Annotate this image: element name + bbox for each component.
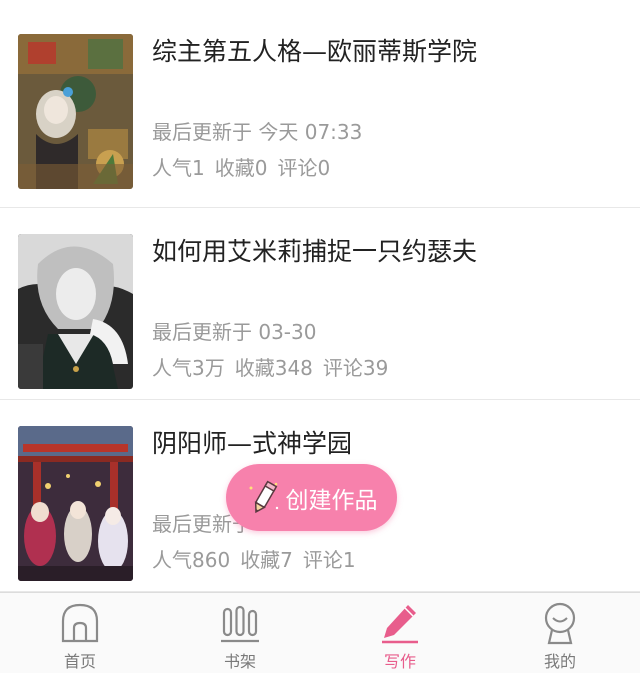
bottom-tab-bar: 首页 书架 写作 我的 (0, 592, 640, 673)
work-popularity: 人气3万 (152, 356, 225, 380)
home-icon (61, 603, 99, 643)
work-comments: 评论0 (277, 156, 331, 180)
tab-bookshelf[interactable]: 书架 (160, 593, 320, 673)
pencil-icon (382, 605, 418, 644)
tab-bookshelf-label: 书架 (223, 652, 256, 671)
work-popularity: 人气860 (152, 548, 231, 572)
work-comments: 评论1 (302, 548, 356, 572)
work-item[interactable]: 综主第五人格—欧丽蒂斯学院 最后更新于 今天 07:33 人气1 收藏0 评论0 (0, 0, 640, 208)
work-favorites: 收藏0 (214, 156, 268, 180)
work-cover-image[interactable] (18, 34, 133, 189)
create-work-label: 创建作品 (285, 487, 378, 514)
tab-write[interactable]: 写作 (320, 593, 480, 673)
work-popularity: 人气1 (152, 156, 205, 180)
work-info: 综主第五人格—欧丽蒂斯学院 最后更新于 今天 07:33 人气1 收藏0 评论0 (152, 34, 620, 189)
work-updated-time: 最后更新于 今天 07:33 (152, 120, 363, 144)
tab-write-label: 写作 (383, 652, 416, 671)
work-favorites: 收藏7 (240, 548, 293, 572)
work-title[interactable]: 阴阳师—式神学园 (152, 426, 620, 462)
work-stats: 人气860 收藏7 评论1 (152, 544, 366, 573)
work-cover-image[interactable] (18, 234, 133, 389)
tab-home[interactable]: 首页 (0, 593, 160, 673)
tab-home-label: 首页 (63, 652, 96, 671)
work-title[interactable]: 综主第五人格—欧丽蒂斯学院 (152, 34, 620, 70)
tab-profile-label: 我的 (543, 652, 576, 671)
work-stats: 人气3万 收藏348 评论39 (152, 352, 398, 381)
tab-profile[interactable]: 我的 (480, 593, 640, 673)
work-title[interactable]: 如何用艾米莉捕捉一只约瑟夫 (152, 234, 620, 270)
work-item[interactable]: 如何用艾米莉捕捉一只约瑟夫 最后更新于 03-30 人气3万 收藏348 评论39 (0, 208, 640, 400)
create-work-button[interactable]: 创建作品 (226, 464, 397, 531)
work-cover-image[interactable] (18, 426, 133, 581)
bookshelf-icon (221, 605, 259, 643)
work-info: 如何用艾米莉捕捉一只约瑟夫 最后更新于 03-30 人气3万 收藏348 评论39 (152, 234, 620, 389)
profile-icon (544, 602, 576, 645)
work-comments: 评论39 (322, 356, 389, 380)
pencil-icon (249, 480, 278, 513)
work-updated-time: 最后更新于 03-30 (152, 320, 317, 344)
work-stats: 人气1 收藏0 评论0 (152, 152, 340, 181)
work-favorites: 收藏348 (234, 356, 313, 380)
